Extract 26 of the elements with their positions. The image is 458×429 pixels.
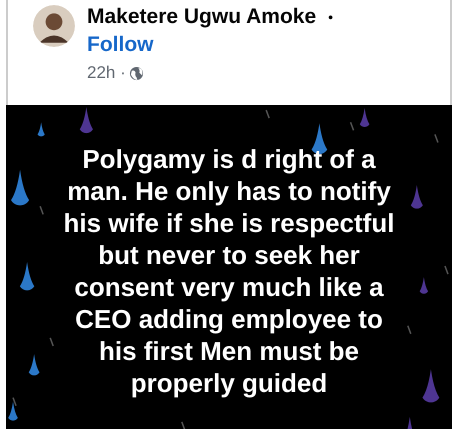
rain-streak — [181, 422, 186, 429]
raindrop — [422, 369, 440, 402]
rain-streak — [407, 325, 412, 334]
raindrop — [38, 122, 45, 136]
author-name[interactable]: Maketere Ugwu Amoke — [87, 5, 316, 29]
follow-link[interactable]: Follow — [87, 33, 154, 57]
post-time[interactable]: 22h · — [87, 63, 126, 83]
raindrop — [410, 185, 423, 209]
raindrop — [11, 170, 30, 206]
avatar[interactable] — [33, 5, 75, 47]
rain-streak — [265, 110, 270, 118]
raindrop — [8, 402, 18, 421]
separator-dot: • — [328, 9, 334, 25]
rain-streak — [434, 134, 439, 143]
globe-icon — [128, 66, 144, 80]
raindrop — [360, 108, 370, 127]
post-text: Polygamy is d right of a man. He only has to notify his wife if she is respectful but never to seek her consent very much like a CEO adding employee to his first Men must be properly guided — [64, 143, 394, 399]
raindrop — [20, 262, 34, 290]
rain-streak — [444, 266, 449, 274]
raindrop — [80, 107, 93, 134]
raindrop — [420, 277, 428, 294]
rain-streak — [350, 122, 354, 131]
raindrop — [28, 354, 40, 376]
rain-streak — [49, 338, 54, 346]
rain-streak — [12, 397, 17, 406]
rain-streak — [39, 206, 44, 215]
